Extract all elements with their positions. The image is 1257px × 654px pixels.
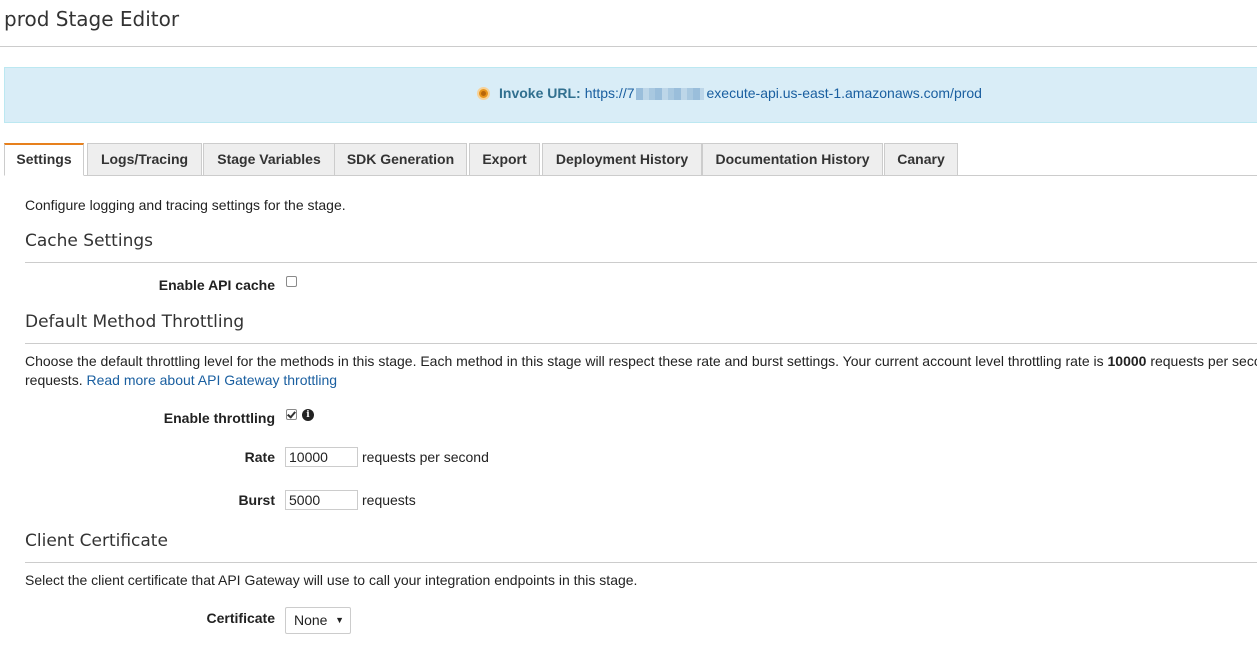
cache-settings-heading: Cache Settings: [25, 231, 153, 251]
burst-unit: requests: [362, 492, 416, 508]
burst-input[interactable]: [285, 490, 358, 510]
enable-api-cache-checkbox[interactable]: [286, 276, 297, 287]
read-more-throttling-link[interactable]: Read more about API Gateway throttling: [86, 372, 337, 388]
throttling-heading: Default Method Throttling: [25, 312, 245, 332]
section-divider: [25, 562, 1257, 563]
certificate-selected-value: None: [294, 612, 328, 628]
stage-tabs: Settings Logs/Tracing Stage Variables SD…: [4, 143, 1257, 176]
enable-api-cache-label: Enable API cache: [158, 277, 275, 293]
invoke-url-row: Invoke URL: https://7 execute-api.us-east…: [477, 84, 982, 102]
section-divider: [25, 262, 1257, 263]
section-divider: [25, 343, 1257, 344]
tab-export[interactable]: Export: [469, 143, 540, 176]
tab-deployment-history[interactable]: Deployment History: [542, 143, 702, 176]
certificate-label: Certificate: [206, 610, 275, 626]
caret-down-icon: ▼: [335, 615, 344, 625]
page-title: prod Stage Editor: [4, 7, 180, 31]
page-header: prod Stage Editor: [0, 0, 1257, 47]
invoke-url-suffix: execute-api.us-east-1.amazonaws.com/prod: [706, 85, 982, 101]
throttling-description: Choose the default throttling level for …: [25, 353, 1257, 369]
throttling-description-text: Choose the default throttling level for …: [25, 353, 1108, 369]
throttling-description-end: requests per second: [1150, 353, 1257, 369]
settings-intro: Configure logging and tracing settings f…: [25, 197, 346, 213]
invoke-url-banner: Invoke URL: https://7 execute-api.us-east…: [4, 67, 1257, 123]
account-rate-value: 10000: [1107, 353, 1147, 369]
certificate-description: Select the client certificate that API G…: [25, 572, 638, 588]
rate-input[interactable]: [285, 447, 358, 467]
invoke-url-prefix: https://7: [584, 85, 635, 101]
burst-label: Burst: [238, 492, 275, 508]
tab-canary[interactable]: Canary: [884, 143, 958, 176]
tab-documentation-history[interactable]: Documentation History: [702, 143, 883, 176]
info-icon[interactable]: i: [302, 409, 314, 421]
enable-throttling-label: Enable throttling: [163, 410, 275, 426]
invoke-url-link[interactable]: https://7 execute-api.us-east-1.amazonaws…: [585, 84, 982, 102]
tab-stage-variables[interactable]: Stage Variables: [203, 143, 335, 176]
invoke-url-label: Invoke URL:: [499, 85, 581, 101]
rate-unit: requests per second: [362, 449, 489, 465]
rate-label: Rate: [244, 449, 275, 465]
status-dot-icon: [477, 86, 490, 100]
throttling-description-line2: requests. Read more about API Gateway th…: [25, 372, 337, 388]
redacted-api-id: [635, 88, 704, 101]
client-certificate-heading: Client Certificate: [25, 531, 168, 551]
enable-throttling-checkbox[interactable]: [286, 409, 297, 420]
throttling-description-requests: requests.: [25, 372, 87, 388]
certificate-select[interactable]: None ▼: [285, 607, 351, 634]
tab-logs-tracing[interactable]: Logs/Tracing: [87, 143, 202, 176]
tab-sdk-generation[interactable]: SDK Generation: [334, 143, 467, 176]
tab-settings[interactable]: Settings: [4, 143, 84, 176]
